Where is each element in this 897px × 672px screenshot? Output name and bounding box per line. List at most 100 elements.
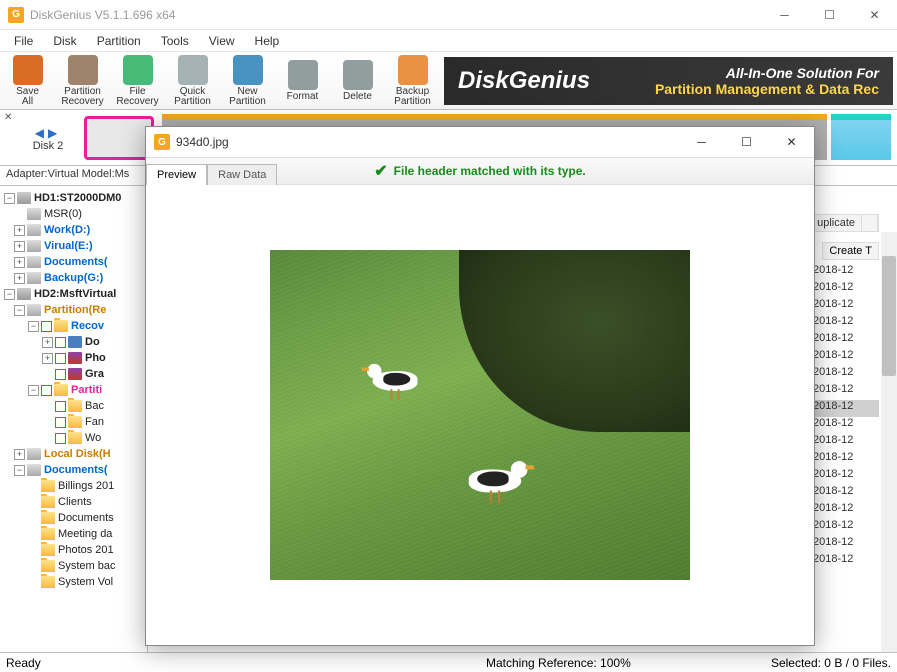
table-row[interactable]: 2018-12 bbox=[809, 315, 879, 332]
format-icon bbox=[288, 60, 318, 90]
tree-partiti-wo[interactable]: Wo bbox=[0, 430, 147, 446]
tree-partiti-fan[interactable]: Fan bbox=[0, 414, 147, 430]
table-row[interactable]: 2018-12 bbox=[809, 451, 879, 468]
backup-partition-button[interactable]: BackupPartition bbox=[385, 53, 440, 109]
tree-clients[interactable]: Clients bbox=[0, 494, 147, 510]
toolbar: SaveAllPartitionRecoveryFileRecoveryQuic… bbox=[0, 52, 897, 110]
window-title: DiskGenius V5.1.1.696 x64 bbox=[30, 8, 175, 22]
scrollbar[interactable] bbox=[881, 232, 897, 652]
partition-recovery-button[interactable]: PartitionRecovery bbox=[55, 53, 110, 109]
tree-partiti[interactable]: −Partiti bbox=[0, 382, 147, 398]
tree-msr[interactable]: MSR(0) bbox=[0, 206, 147, 222]
table-row[interactable]: 2018-12 bbox=[809, 502, 879, 519]
menu-help[interactable]: Help bbox=[245, 32, 290, 50]
status-match: Matching Reference: 100% bbox=[486, 656, 771, 670]
col-create-header: Create T bbox=[822, 242, 879, 260]
table-row[interactable]: 2018-12 bbox=[809, 332, 879, 349]
tree-system-vol[interactable]: System Vol bbox=[0, 574, 147, 590]
tree-documents[interactable]: −Documents( bbox=[0, 462, 147, 478]
check-icon: ✔ bbox=[374, 161, 387, 181]
preview-body bbox=[146, 185, 814, 645]
table-row[interactable]: 2018-12 bbox=[809, 519, 879, 536]
table-row[interactable]: 2018-12 bbox=[809, 264, 879, 281]
minimize-button[interactable]: ─ bbox=[762, 0, 807, 30]
menu-tools[interactable]: Tools bbox=[151, 32, 199, 50]
tree-work[interactable]: +Work(D:) bbox=[0, 222, 147, 238]
tree-recov-gra[interactable]: Gra bbox=[0, 366, 147, 382]
dialog-maximize-button[interactable]: ☐ bbox=[724, 127, 769, 157]
close-panel-icon[interactable]: ✕ bbox=[4, 110, 18, 123]
tree-hd2[interactable]: −HD2:MsftVirtual bbox=[0, 286, 147, 302]
tree-local-disk[interactable]: +Local Disk(H bbox=[0, 446, 147, 462]
table-row[interactable]: 2018-12 bbox=[809, 553, 879, 570]
dialog-minimize-button[interactable]: ─ bbox=[679, 127, 724, 157]
menu-view[interactable]: View bbox=[199, 32, 245, 50]
menubar: File Disk Partition Tools View Help bbox=[0, 30, 897, 52]
table-row[interactable]: 2018-12 bbox=[809, 400, 879, 417]
menu-disk[interactable]: Disk bbox=[43, 32, 86, 50]
partition-recovery-icon bbox=[68, 55, 98, 85]
table-row[interactable]: 2018-12 bbox=[809, 485, 879, 502]
close-button[interactable]: ✕ bbox=[852, 0, 897, 30]
tree-meeting[interactable]: Meeting da bbox=[0, 526, 147, 542]
tree-recov[interactable]: −Recov bbox=[0, 318, 147, 334]
save-all-button[interactable]: SaveAll bbox=[0, 53, 55, 109]
save-all-icon bbox=[13, 55, 43, 85]
partition-block-3[interactable] bbox=[831, 116, 891, 160]
next-disk-icon[interactable]: ▶ bbox=[48, 126, 61, 140]
new-partition-icon bbox=[233, 55, 263, 85]
tree-photos[interactable]: Photos 201 bbox=[0, 542, 147, 558]
menu-file[interactable]: File bbox=[4, 32, 43, 50]
col-blank bbox=[862, 215, 878, 231]
tree-documents-d[interactable]: +Documents( bbox=[0, 254, 147, 270]
col-duplicate[interactable]: uplicate bbox=[811, 215, 862, 231]
dialog-app-icon: G bbox=[154, 134, 170, 150]
partition-block-selected[interactable] bbox=[84, 116, 154, 160]
disk-label: Disk 2 bbox=[18, 140, 78, 152]
tree-system-bac[interactable]: System bac bbox=[0, 558, 147, 574]
tree-recov-pho[interactable]: +Pho bbox=[0, 350, 147, 366]
dialog-close-button[interactable]: ✕ bbox=[769, 127, 814, 157]
statusbar: Ready Matching Reference: 100% Selected:… bbox=[0, 652, 897, 672]
tree-panel: −HD1:ST2000DM0 MSR(0) +Work(D:) +Virual(… bbox=[0, 186, 148, 652]
menu-partition[interactable]: Partition bbox=[87, 32, 151, 50]
dialog-filename: 934d0.jpg bbox=[176, 135, 229, 149]
tree-partition-re[interactable]: −Partition(Re bbox=[0, 302, 147, 318]
table-row[interactable]: 2018-12 bbox=[809, 366, 879, 383]
scrollbar-thumb[interactable] bbox=[882, 256, 896, 376]
tree-billings[interactable]: Billings 201 bbox=[0, 478, 147, 494]
tree-documents-folder[interactable]: Documents bbox=[0, 510, 147, 526]
quick-partition-button[interactable]: QuickPartition bbox=[165, 53, 220, 109]
maximize-button[interactable]: ☐ bbox=[807, 0, 852, 30]
dialog-toolbar: Preview Raw Data ✔ File header matched w… bbox=[146, 157, 814, 185]
tree-virtual[interactable]: +Virual(E:) bbox=[0, 238, 147, 254]
new-partition-button[interactable]: NewPartition bbox=[220, 53, 275, 109]
tree-backup[interactable]: +Backup(G:) bbox=[0, 270, 147, 286]
list-rows: 2018-122018-122018-122018-122018-122018-… bbox=[809, 264, 879, 642]
preview-dialog: G 934d0.jpg ─ ☐ ✕ Preview Raw Data ✔ Fil… bbox=[145, 126, 815, 646]
app-icon: G bbox=[8, 7, 24, 23]
delete-button[interactable]: Delete bbox=[330, 53, 385, 109]
table-row[interactable]: 2018-12 bbox=[809, 298, 879, 315]
table-row[interactable]: 2018-12 bbox=[809, 434, 879, 451]
table-row[interactable]: 2018-12 bbox=[809, 349, 879, 366]
quick-partition-icon bbox=[178, 55, 208, 85]
table-row[interactable]: 2018-12 bbox=[809, 281, 879, 298]
tab-preview[interactable]: Preview bbox=[146, 164, 207, 185]
titlebar: G DiskGenius V5.1.1.696 x64 ─ ☐ ✕ bbox=[0, 0, 897, 30]
table-row[interactable]: 2018-12 bbox=[809, 417, 879, 434]
preview-image bbox=[270, 250, 690, 580]
status-selected: Selected: 0 B / 0 Files. bbox=[771, 656, 891, 670]
table-row[interactable]: 2018-12 bbox=[809, 536, 879, 553]
prev-disk-icon[interactable]: ◀ bbox=[35, 126, 48, 140]
banner-line2: Partition Management & Data Rec bbox=[655, 81, 879, 97]
file-recovery-button[interactable]: FileRecovery bbox=[110, 53, 165, 109]
tab-raw-data[interactable]: Raw Data bbox=[207, 164, 277, 185]
tree-recov-do[interactable]: +Do bbox=[0, 334, 147, 350]
disk-nav: ◀▶ Disk 2 bbox=[18, 124, 78, 152]
tree-hd1[interactable]: −HD1:ST2000DM0 bbox=[0, 190, 147, 206]
tree-partiti-bac[interactable]: Bac bbox=[0, 398, 147, 414]
table-row[interactable]: 2018-12 bbox=[809, 383, 879, 400]
format-button[interactable]: Format bbox=[275, 53, 330, 109]
table-row[interactable]: 2018-12 bbox=[809, 468, 879, 485]
